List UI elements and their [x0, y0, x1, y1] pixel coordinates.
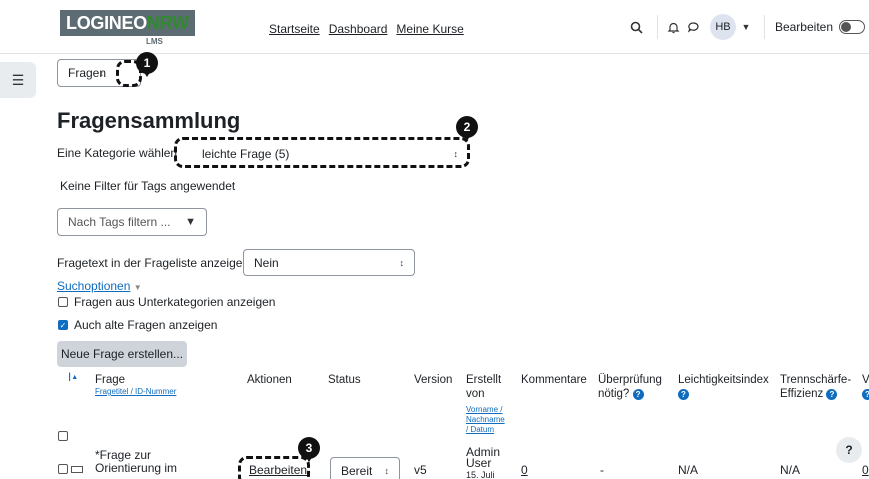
subcategories-label: Fragen aus Unterkategorien anzeigen [74, 295, 276, 309]
select-arrows-icon: ↕ [99, 68, 105, 78]
select-all-checkbox[interactable] [58, 431, 68, 441]
course-index-toggle[interactable]: ☰ [0, 62, 36, 98]
bell-icon[interactable] [664, 17, 684, 37]
caret-down-icon: ▼ [133, 283, 142, 292]
old-questions-label: Auch alte Fragen anzeigen [74, 318, 218, 332]
col-header-created-by[interactable]: Erstellt von Vorname / Nachname / Datum [466, 373, 505, 435]
page-title: Fragensammlung [57, 108, 241, 133]
show-text-select[interactable]: Nein ↕ [243, 249, 415, 276]
row-cut-value[interactable]: 0 [862, 464, 869, 477]
edit-mode-toggle[interactable] [839, 20, 865, 34]
nav-link-dashboard[interactable]: Dashboard [329, 22, 388, 36]
col-header-easiness: Leichtigkeitsindex ? [678, 374, 769, 400]
nav-link-startseite[interactable]: Startseite [269, 22, 320, 36]
marker-3-outline [238, 456, 310, 479]
list-icon: ☰ [11, 71, 25, 88]
row-creator: Admin User 15. Juli [466, 445, 501, 479]
col-header-actions: Aktionen [247, 374, 292, 386]
row-easiness: N/A [678, 463, 699, 477]
col-header-cut: V ? [862, 373, 869, 401]
help-icon[interactable]: ? [632, 389, 644, 400]
sort-by-id-link[interactable]: ID-Nummer [135, 387, 176, 396]
row-comments-link[interactable]: 0 [521, 464, 528, 477]
old-questions-checkbox[interactable]: ✓ [58, 320, 68, 330]
row-review: - [600, 463, 604, 477]
logo-wordmark: LOGINEONRW [60, 10, 195, 36]
col-header-comments: Kommentare [521, 374, 587, 386]
user-avatar[interactable]: HB [709, 14, 736, 40]
edit-mode-label: Bearbeiten [774, 20, 833, 34]
navbar-actions: HB ▼ Bearbeiten [627, 0, 869, 54]
question-type-icon [71, 466, 83, 473]
row-version: v5 [414, 463, 427, 477]
col-header-question[interactable]: Frage Fragetitel / ID-Nummer [95, 373, 176, 397]
chat-icon[interactable] [684, 17, 704, 37]
row-status-select[interactable]: Bereit ↕ [330, 457, 400, 479]
caret-up-icon: ▲ [71, 374, 79, 381]
help-icon[interactable]: ? [862, 389, 869, 400]
search-options-toggle[interactable]: Suchoptionen ▼ [57, 279, 142, 293]
sort-by-date-link[interactable]: Datum [470, 425, 494, 434]
tag-filter-status: Keine Filter für Tags angewendet [60, 179, 236, 193]
tag-filter-input[interactable]: Nach Tags filtern ... ▼ [57, 208, 207, 236]
sort-by-lastname-link[interactable]: Nachname [466, 415, 505, 424]
select-arrows-icon: ↕ [384, 466, 390, 476]
create-question-button[interactable]: Neue Frage erstellen... [57, 341, 187, 367]
chevron-down-icon[interactable]: ▼ [736, 17, 756, 37]
nav-link-meine-kurse[interactable]: Meine Kurse [396, 22, 463, 36]
select-arrows-icon: ↕ [399, 257, 405, 268]
sort-indicator[interactable]: I▲ [68, 371, 78, 385]
marker-2: 2 [456, 116, 478, 141]
row-discrimination: N/A [780, 463, 801, 477]
navbar-divider [763, 15, 765, 39]
top-navbar: LOGINEONRW LMS Startseite Dashboard Mein… [0, 0, 869, 54]
show-text-label: Fragetext in der Frageliste anzeigen? [57, 256, 256, 270]
sort-by-title-link[interactable]: Fragetitel [95, 387, 128, 396]
col-header-version: Version [414, 374, 453, 386]
marker-3: 3 [298, 437, 320, 462]
help-button[interactable]: ? [836, 437, 862, 463]
col-header-discrimination: Trennschärfe- Effizienz ? [780, 374, 852, 400]
sort-by-firstname-link[interactable]: Vorname [466, 405, 498, 414]
category-label: Eine Kategorie wählen: [57, 146, 181, 160]
primary-nav: Startseite Dashboard Meine Kurse [269, 22, 464, 36]
row-checkbox[interactable] [58, 464, 68, 474]
logo-subtitle: LMS [146, 37, 163, 46]
navbar-divider [656, 15, 658, 39]
row-question-name: *Frage zur Orientierung im [95, 448, 178, 475]
marker-2-outline [174, 137, 470, 168]
help-icon[interactable]: ? [826, 389, 838, 400]
marker-1: 1 [136, 52, 158, 77]
col-header-status: Status [328, 374, 361, 386]
search-icon[interactable] [627, 17, 647, 37]
col-header-review: Überprüfung nötig? ? [598, 374, 662, 400]
caret-down-icon: ▼ [185, 216, 196, 228]
help-icon[interactable]: ? [678, 389, 689, 400]
subcategories-checkbox[interactable] [58, 297, 68, 307]
